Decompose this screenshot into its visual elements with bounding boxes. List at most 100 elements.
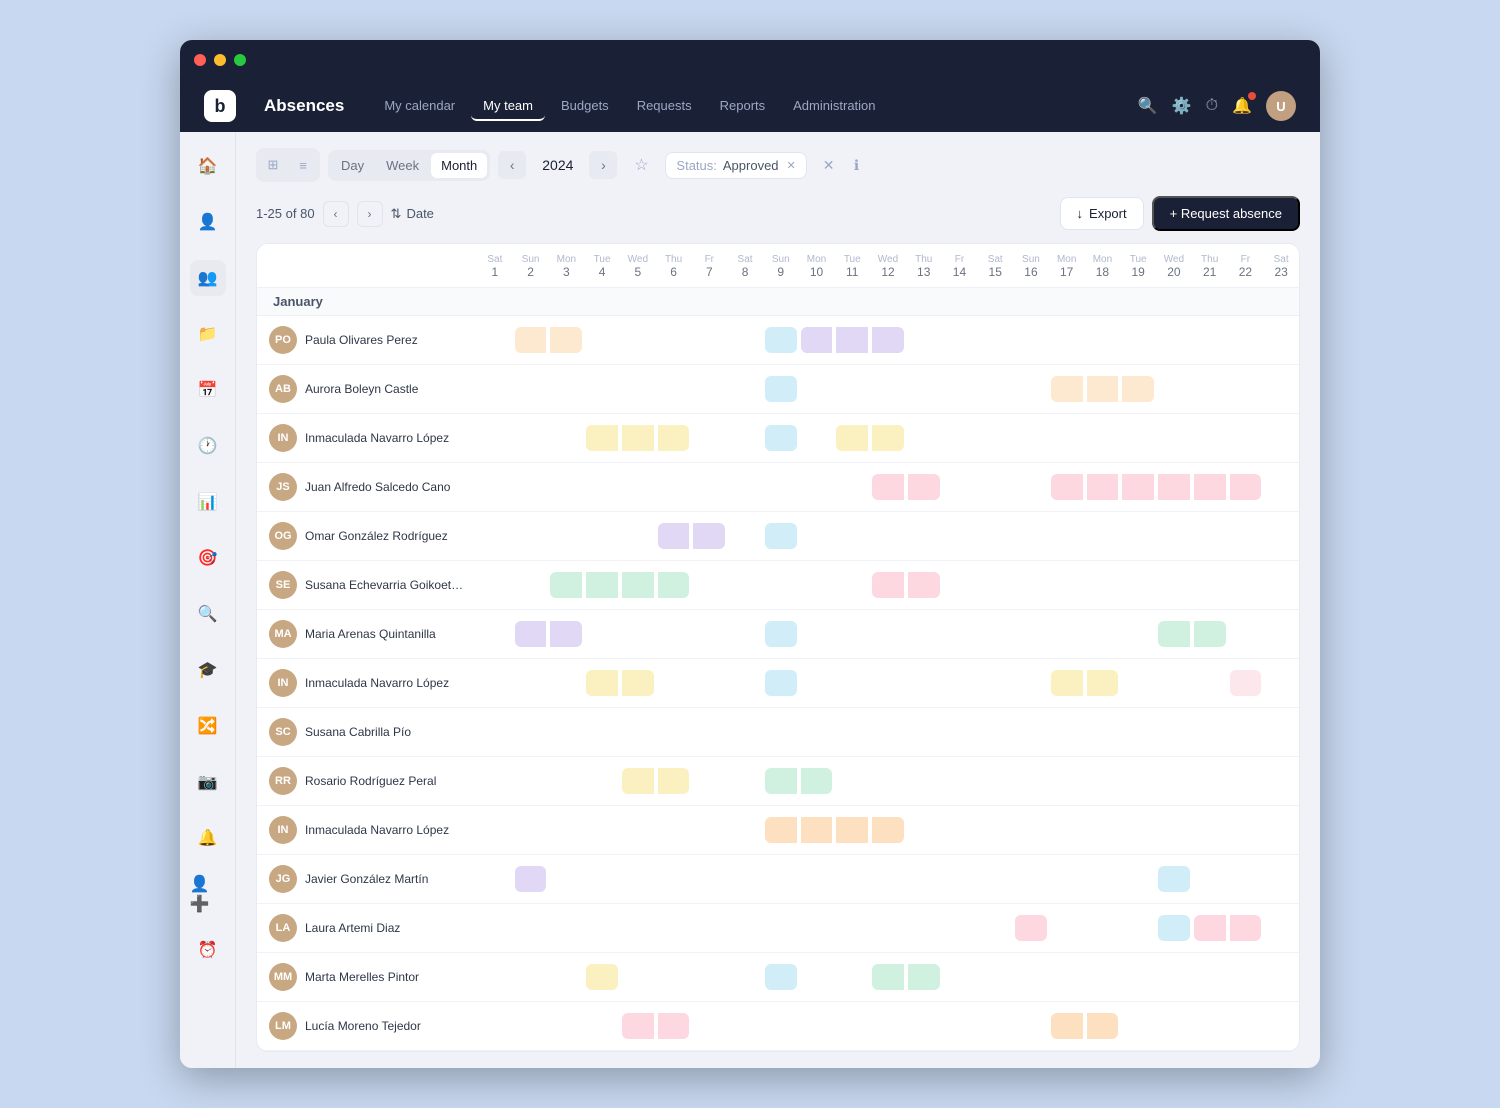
absence-bar[interactable] [1158,915,1190,941]
sidebar-folder[interactable]: 📁 [190,316,226,352]
prev-page-button[interactable]: ‹ [323,201,349,227]
minimize-dot[interactable] [214,54,226,66]
absence-bar[interactable] [515,866,547,892]
absence-bar[interactable] [872,572,904,598]
status-filter[interactable]: Status: Approved ✕ [665,152,806,179]
absence-bar[interactable] [801,327,833,353]
sidebar-clock[interactable]: 🕐 [190,428,226,464]
person-cell[interactable]: OG Omar González Rodríguez [257,516,477,556]
request-absence-button[interactable]: + Request absence [1152,196,1300,231]
timer-icon[interactable]: ⏱ [1206,97,1218,115]
sidebar-diagram[interactable]: 🔀 [190,708,226,744]
tab-requests[interactable]: Requests [625,92,704,121]
absence-bar[interactable] [765,817,797,843]
favorite-button[interactable]: ☆ [625,149,657,181]
absence-bar[interactable] [1087,670,1119,696]
absence-bar[interactable] [515,621,547,647]
person-cell[interactable]: AB Aurora Boleyn Castle [257,369,477,409]
absence-bar[interactable] [622,425,654,451]
grid-view-icon[interactable]: ⊞ [259,151,287,179]
absence-bar[interactable] [908,964,940,990]
search-icon[interactable]: 🔍 [1138,96,1158,116]
next-month-button[interactable]: › [589,151,617,179]
month-view-button[interactable]: Month [431,153,487,178]
person-cell[interactable]: PO Paula Olivares Perez [257,320,477,360]
person-cell[interactable]: RR Rosario Rodríguez Peral [257,761,477,801]
person-cell[interactable]: JS Juan Alfredo Salcedo Cano [257,467,477,507]
absence-bar[interactable] [550,621,582,647]
sidebar-camera[interactable]: 📷 [190,764,226,800]
tab-my-team[interactable]: My team [471,92,545,121]
notification-icon[interactable]: 🔔 [1232,96,1252,116]
absence-bar[interactable] [586,425,618,451]
absence-bar[interactable] [1194,621,1226,647]
list-view-icon[interactable]: ≡ [289,151,317,179]
absence-bar[interactable] [801,768,833,794]
day-view-button[interactable]: Day [331,153,374,178]
tab-budgets[interactable]: Budgets [549,92,621,121]
absence-bar[interactable] [1158,866,1190,892]
absence-bar[interactable] [1122,376,1154,402]
absence-bar[interactable] [586,572,618,598]
absence-bar[interactable] [1230,670,1262,696]
settings-icon[interactable]: ⚙️ [1172,96,1192,116]
person-cell[interactable]: SE Susana Echevarria Goikoetxea [257,565,477,605]
absence-bar[interactable] [1015,915,1047,941]
absence-bar[interactable] [765,768,797,794]
absence-bar[interactable] [872,474,904,500]
person-cell[interactable]: LA Laura Artemi Diaz [257,908,477,948]
absence-bar[interactable] [658,768,690,794]
absence-bar[interactable] [872,327,904,353]
absence-bar[interactable] [765,376,797,402]
absence-bar[interactable] [622,768,654,794]
sidebar-chart[interactable]: 📊 [190,484,226,520]
user-avatar[interactable]: U [1266,91,1296,121]
absence-bar[interactable] [836,817,868,843]
absence-bar[interactable] [1230,474,1262,500]
absence-bar[interactable] [765,621,797,647]
absence-bar[interactable] [1194,915,1226,941]
absence-bar[interactable] [586,964,618,990]
sidebar-people[interactable]: 👥 [190,260,226,296]
maximize-dot[interactable] [234,54,246,66]
sidebar-bell[interactable]: 🔔 [190,820,226,856]
sidebar-user-add[interactable]: 👤➕ [190,876,226,912]
tab-reports[interactable]: Reports [708,92,778,121]
absence-bar[interactable] [1087,474,1119,500]
person-cell[interactable]: MM Marta Merelles Pintor [257,957,477,997]
person-cell[interactable]: IN Inmaculada Navarro López [257,663,477,703]
absence-bar[interactable] [658,523,690,549]
person-cell[interactable]: IN Inmaculada Navarro López [257,810,477,850]
person-cell[interactable]: LM Lucía Moreno Tejedor [257,1006,477,1046]
absence-bar[interactable] [586,670,618,696]
absence-bar[interactable] [1158,621,1190,647]
person-cell[interactable]: MA Maria Arenas Quintanilla [257,614,477,654]
absence-bar[interactable] [1051,670,1083,696]
absence-bar[interactable] [622,1013,654,1039]
sidebar-person[interactable]: 👤 [190,204,226,240]
absence-bar[interactable] [1087,376,1119,402]
sidebar-search[interactable]: 🔍 [190,596,226,632]
absence-bar[interactable] [1051,376,1083,402]
absence-bar[interactable] [658,1013,690,1039]
info-button[interactable]: ℹ [843,151,871,179]
absence-bar[interactable] [1230,915,1262,941]
absence-bar[interactable] [836,425,868,451]
sidebar-target[interactable]: 🎯 [190,540,226,576]
absence-bar[interactable] [658,572,690,598]
absence-bar[interactable] [1087,1013,1119,1039]
status-filter-close[interactable]: ✕ [787,159,796,172]
next-page-button[interactable]: › [357,201,383,227]
absence-bar[interactable] [765,670,797,696]
absence-bar[interactable] [1158,474,1190,500]
absence-bar[interactable] [872,817,904,843]
close-dot[interactable] [194,54,206,66]
absence-bar[interactable] [836,327,868,353]
export-button[interactable]: ↓ Export [1060,197,1144,230]
prev-month-button[interactable]: ‹ [498,151,526,179]
sidebar-home[interactable]: 🏠 [190,148,226,184]
filter-close-button[interactable]: ✕ [823,157,835,174]
absence-bar[interactable] [1051,1013,1083,1039]
absence-bar[interactable] [908,572,940,598]
absence-bar[interactable] [658,425,690,451]
